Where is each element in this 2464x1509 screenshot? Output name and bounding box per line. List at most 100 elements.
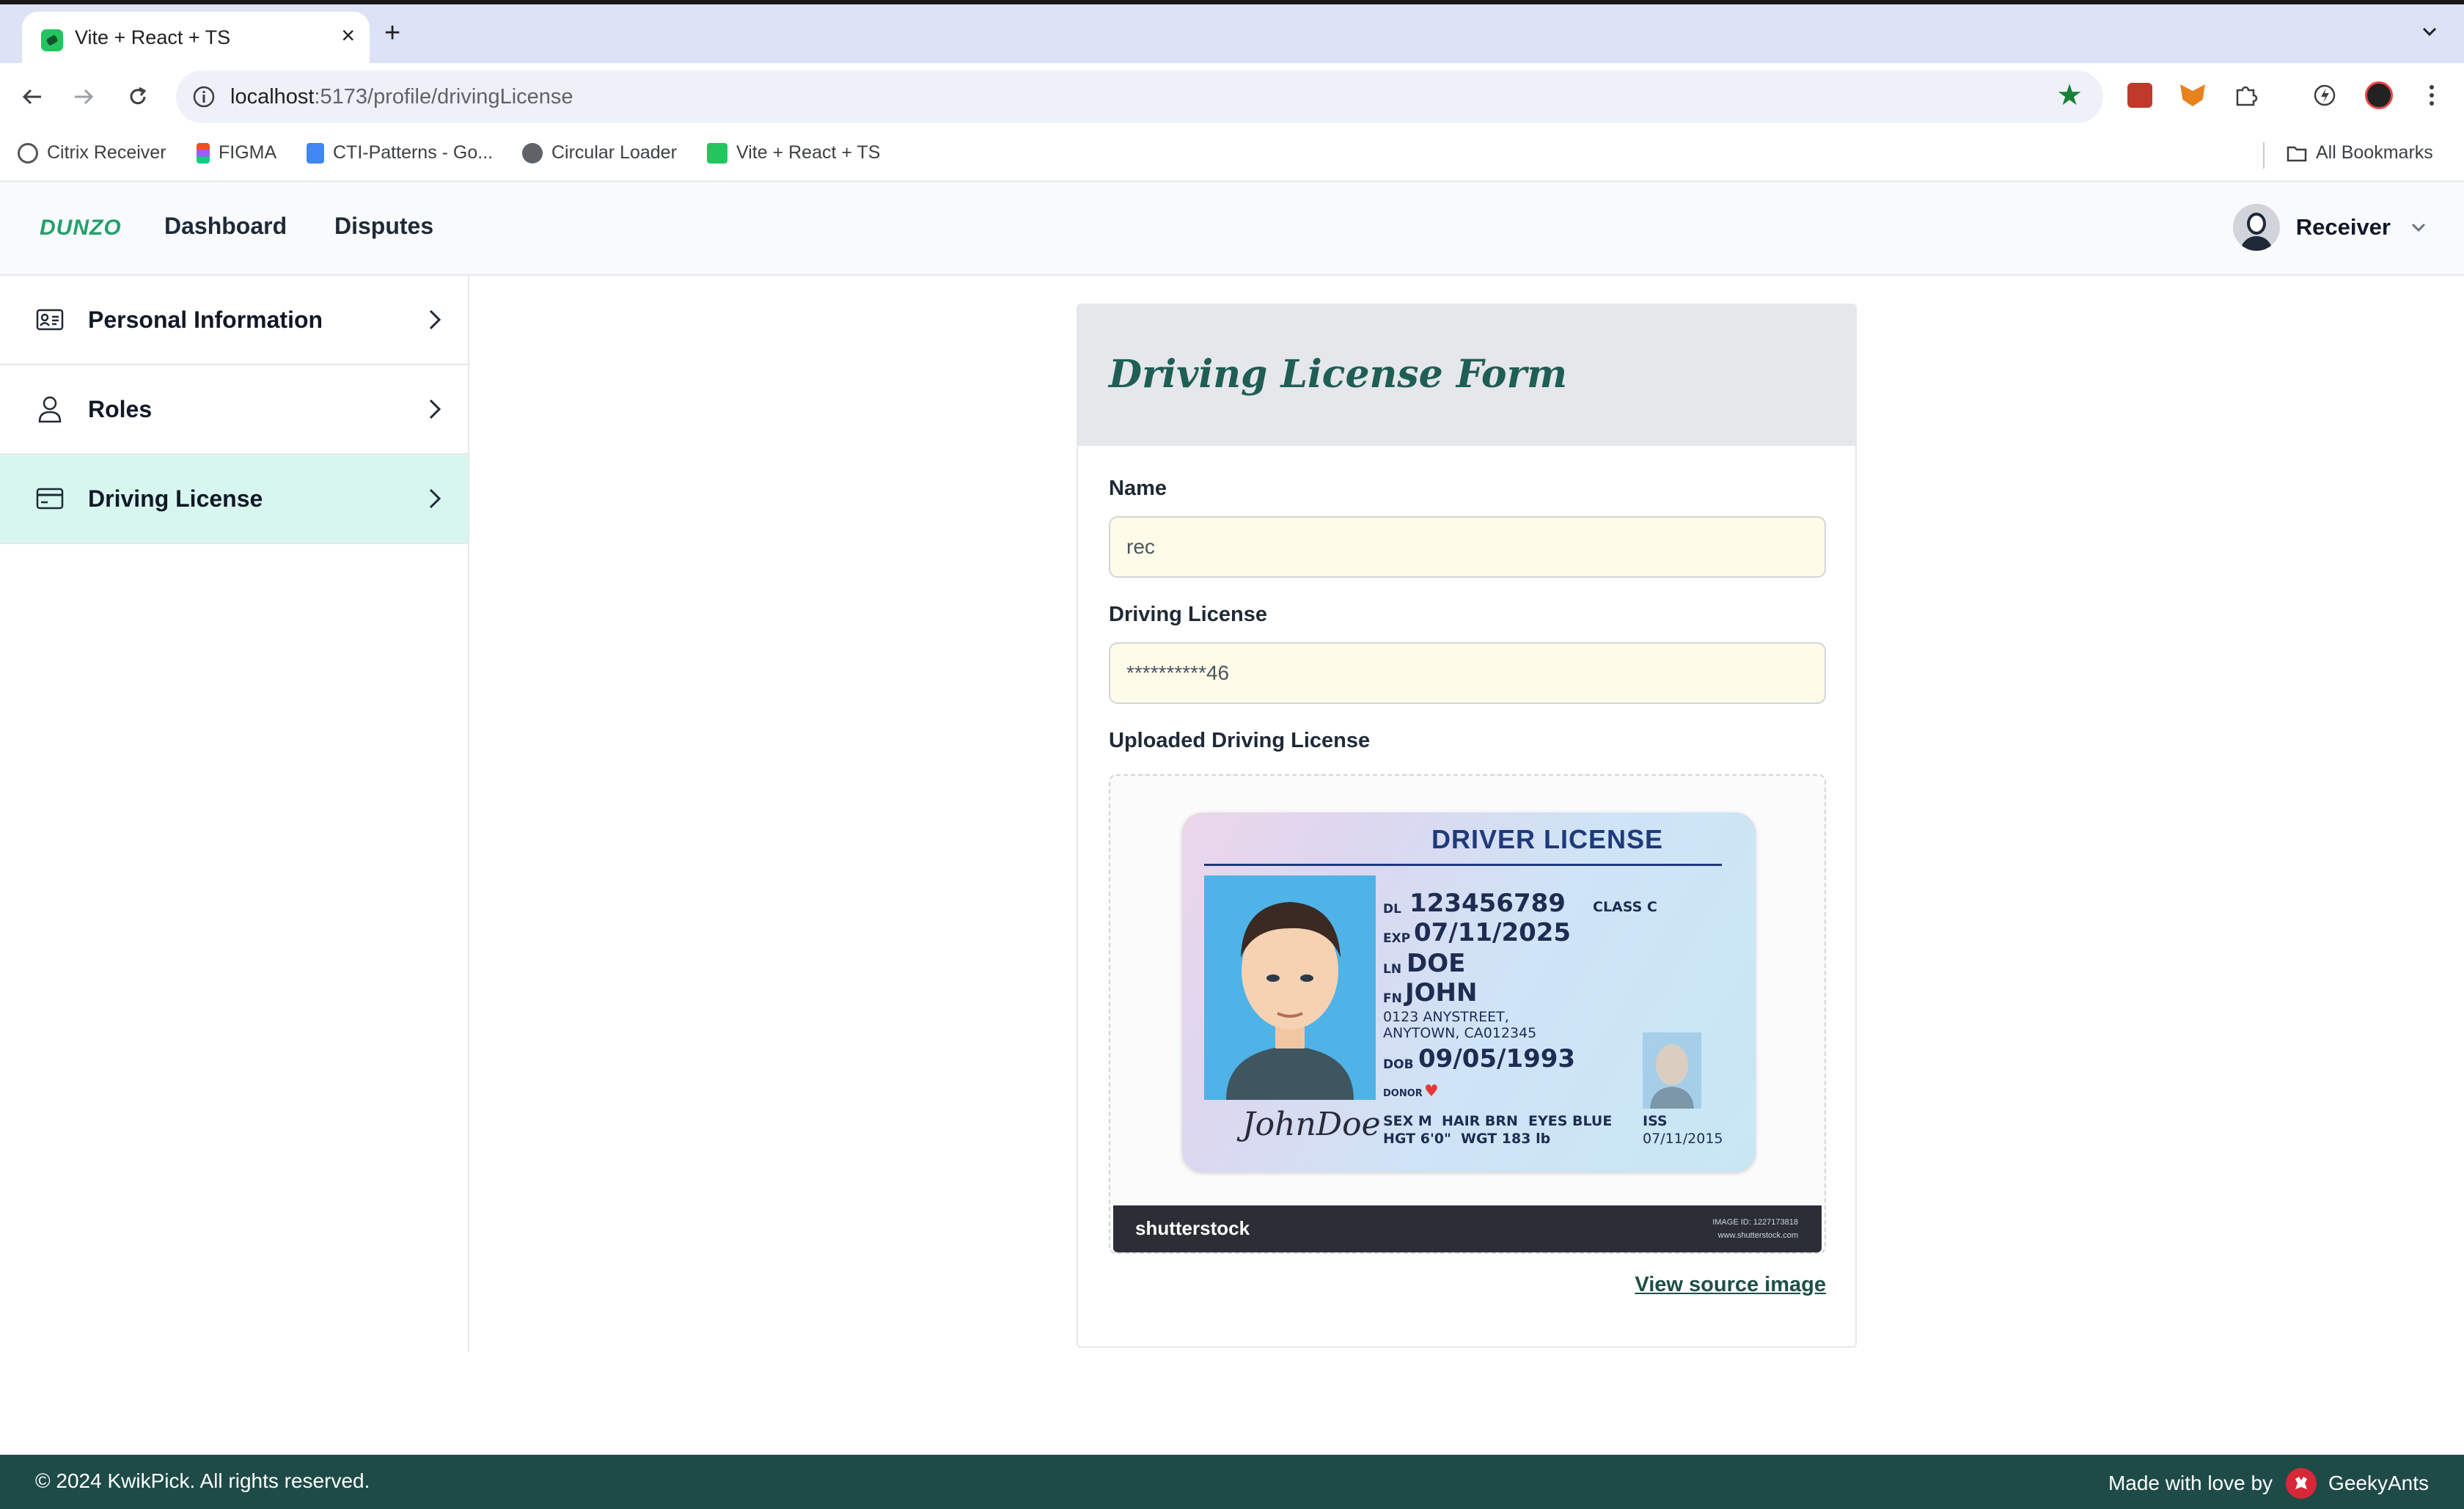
- browser-toolbar: localhost:5173/profile/drivingLicense ★: [0, 63, 2464, 131]
- geekyants-link[interactable]: GeekyAnts: [2328, 1472, 2429, 1495]
- browser-tab[interactable]: Vite + React + TS ×: [22, 12, 370, 67]
- sex: SEX M: [1383, 1113, 1432, 1129]
- bookmarks-bar: Citrix Receiver FIGMA CTI-Patterns - Go.…: [0, 131, 2464, 182]
- forward-arrow-icon[interactable]: [66, 79, 101, 114]
- nav-dashboard[interactable]: Dashboard: [164, 213, 287, 240]
- license-class: CLASS C: [1593, 899, 1657, 915]
- reload-icon[interactable]: [120, 79, 155, 114]
- extension-red-icon[interactable]: [2124, 79, 2156, 111]
- driving-license-form-card: Driving License Form Name rec Driving Li…: [1077, 304, 1857, 1348]
- address-line-1: 0123 ANYSTREET,: [1383, 1009, 1509, 1025]
- metamask-fox-icon[interactable]: [2177, 79, 2209, 111]
- dl-key: DL: [1383, 902, 1401, 917]
- uploaded-license-label: Uploaded Driving License: [1109, 729, 1371, 752]
- dob-value: 09/05/1993: [1418, 1044, 1576, 1073]
- credit-card-icon: [35, 484, 65, 513]
- close-tab-icon[interactable]: ×: [341, 23, 355, 47]
- profile-sidebar: Personal Information Roles Driving Licen…: [0, 276, 469, 1352]
- extensions-puzzle-icon[interactable]: [2229, 79, 2262, 111]
- made-with-love: Made with love by GeekyAnts: [2108, 1468, 2429, 1499]
- google-docs-icon: [307, 142, 324, 164]
- address-line-2: ANYTOWN, CA012345: [1383, 1025, 1537, 1041]
- tab-search-chevron-icon[interactable]: [2419, 21, 2441, 43]
- sidebar-item-driving-license[interactable]: Driving License: [0, 455, 468, 544]
- ln-value: DOE: [1407, 949, 1466, 978]
- driver-license-image: DRIVER LICENSE DL 123456789 CLASS C EXP …: [1182, 812, 1756, 1172]
- tab-title: Vite + React + TS: [75, 26, 231, 48]
- citrix-icon: [18, 142, 38, 164]
- bookmark-figma[interactable]: FIGMA: [197, 142, 276, 164]
- nav-disputes[interactable]: Disputes: [334, 213, 433, 240]
- bookmark-vite[interactable]: Vite + React + TS: [707, 142, 880, 164]
- hair: HAIR BRN: [1442, 1113, 1518, 1129]
- performance-icon[interactable]: [2309, 79, 2341, 111]
- dunzo-logo[interactable]: DUNZO: [40, 216, 122, 241]
- new-tab-icon[interactable]: +: [384, 19, 400, 47]
- chevron-right-icon: [429, 488, 441, 509]
- chevron-right-icon: [429, 309, 441, 330]
- sidebar-item-label: Roles: [88, 395, 153, 422]
- donor-label: DONOR: [1383, 1088, 1423, 1099]
- uploaded-license-preview: DRIVER LICENSE DL 123456789 CLASS C EXP …: [1109, 774, 1826, 1254]
- ghost-portrait: [1643, 1032, 1701, 1109]
- bookmarks-divider: [2263, 142, 2265, 169]
- chevron-down-icon: [2411, 223, 2426, 232]
- sidebar-item-label: Personal Information: [88, 306, 323, 333]
- address-bar[interactable]: localhost:5173/profile/drivingLicense ★: [176, 70, 2103, 123]
- user-icon: [35, 394, 65, 424]
- license-portrait: [1204, 875, 1376, 1100]
- geekyants-logo-icon: [2286, 1468, 2317, 1499]
- back-arrow-icon[interactable]: [15, 79, 50, 114]
- page-title: Driving License Form: [1109, 352, 1567, 397]
- watermark-meta: IMAGE ID: 1227173818 www.shutterstock.co…: [1712, 1218, 1798, 1240]
- fn-key: FN: [1383, 991, 1402, 1006]
- figma-icon: [197, 142, 210, 164]
- iss-value: 07/11/2015: [1643, 1131, 1723, 1147]
- profile-avatar-icon[interactable]: [2363, 79, 2395, 111]
- copyright-text: © 2024 KwikPick. All rights reserved.: [35, 1469, 370, 1492]
- browser-menu-icon[interactable]: [2416, 79, 2448, 111]
- globe-icon: [522, 142, 543, 164]
- weight: WGT 183 lb: [1461, 1131, 1551, 1147]
- exp-key: EXP: [1383, 931, 1411, 946]
- chevron-right-icon: [429, 399, 441, 419]
- browser-tab-bar: Vite + React + TS × +: [0, 0, 2464, 67]
- folder-icon: [2287, 146, 2307, 161]
- license-title: DRIVER LICENSE: [1431, 824, 1664, 854]
- site-info-icon[interactable]: [191, 84, 217, 110]
- user-name: Receiver: [2295, 214, 2391, 240]
- license-divider: [1204, 864, 1722, 866]
- vite-icon: [707, 142, 727, 164]
- ln-key: LN: [1383, 962, 1402, 977]
- dl-value: 123456789: [1409, 889, 1566, 918]
- name-label: Name: [1109, 477, 1167, 500]
- bookmark-citrix[interactable]: Citrix Receiver: [18, 142, 166, 164]
- bookmark-circular-loader[interactable]: Circular Loader: [522, 142, 677, 164]
- iss-key: ISS: [1643, 1113, 1668, 1129]
- avatar: [2232, 204, 2280, 251]
- sidebar-item-roles[interactable]: Roles: [0, 365, 468, 455]
- exp-value: 07/11/2025: [1414, 918, 1572, 947]
- view-source-image-link[interactable]: View source image: [1635, 1273, 1826, 1297]
- bookmark-cti-patterns[interactable]: CTI-Patterns - Go...: [307, 142, 493, 164]
- watermark-brand: shutterstock: [1135, 1217, 1250, 1239]
- dob-key: DOB: [1383, 1057, 1414, 1072]
- sidebar-item-personal-information[interactable]: Personal Information: [0, 276, 468, 365]
- page-footer: © 2024 KwikPick. All rights reserved. Ma…: [0, 1455, 2464, 1509]
- all-bookmarks-button[interactable]: All Bookmarks: [2287, 142, 2433, 164]
- signature: JohnDoe: [1242, 1106, 1381, 1143]
- sidebar-item-label: Driving License: [88, 485, 263, 512]
- vite-favicon-icon: [41, 29, 63, 51]
- fn-value: JOHN: [1405, 978, 1478, 1007]
- driving-license-field[interactable]: **********46: [1109, 642, 1826, 704]
- user-menu[interactable]: Receiver: [2232, 204, 2429, 251]
- height: HGT 6'0": [1383, 1131, 1451, 1147]
- id-card-icon: [35, 305, 65, 334]
- bookmark-star-icon[interactable]: ★: [2056, 81, 2083, 110]
- watermark-bar: shutterstock IMAGE ID: 1227173818 www.sh…: [1113, 1205, 1822, 1252]
- name-field[interactable]: rec: [1109, 516, 1826, 578]
- heart-icon: ♥: [1424, 1082, 1439, 1101]
- url-text: localhost:5173/profile/drivingLicense: [230, 85, 573, 109]
- card-header: Driving License Form: [1078, 305, 1855, 446]
- driving-license-label: Driving License: [1109, 603, 1267, 626]
